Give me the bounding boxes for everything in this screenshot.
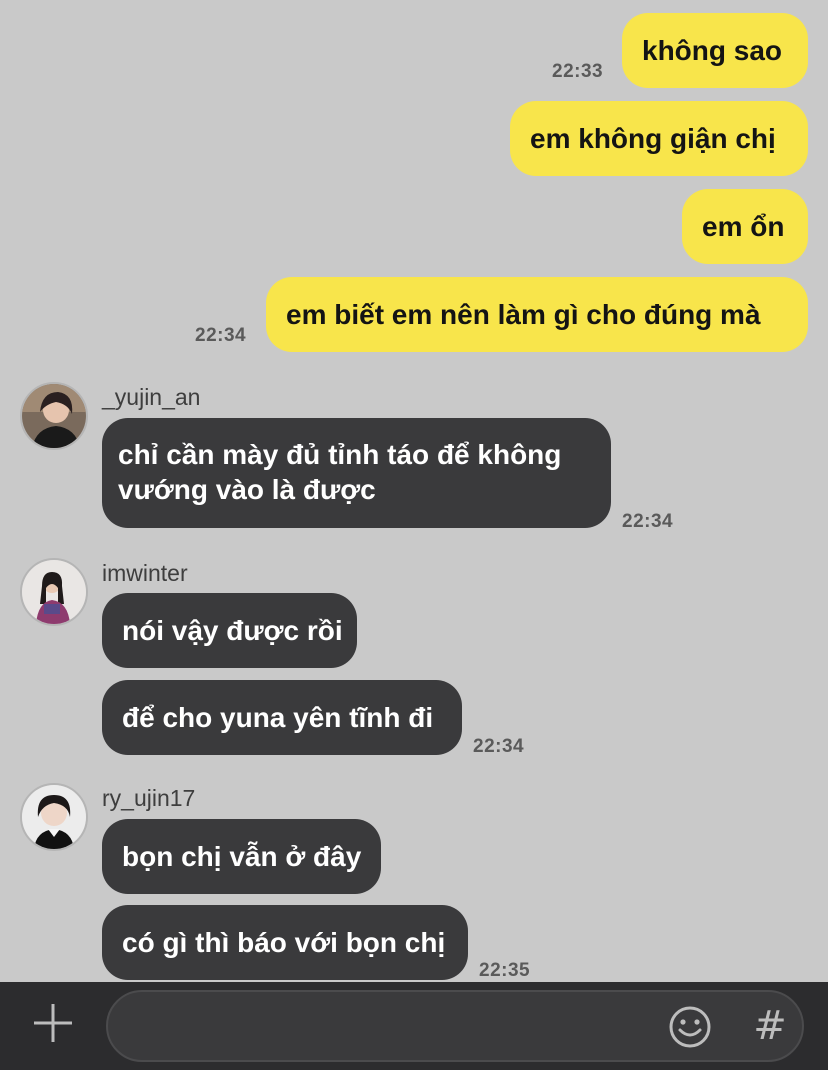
avatar-ry-ujin17[interactable] bbox=[20, 783, 88, 851]
message-timestamp: 22:34 bbox=[195, 325, 247, 346]
message-timestamp: 22:34 bbox=[622, 511, 674, 532]
incoming-message[interactable]: nói vậy được rồi bbox=[102, 593, 357, 668]
message-timestamp: 22:34 bbox=[473, 736, 525, 757]
hashtag-button[interactable]: # bbox=[748, 998, 792, 1054]
incoming-message[interactable]: để cho yuna yên tĩnh đi bbox=[102, 680, 462, 755]
outgoing-message[interactable]: em biết em nên làm gì cho đúng mà bbox=[266, 277, 808, 352]
sender-name: ry_ujin17 bbox=[102, 785, 196, 811]
chat-screen: không sao 22:33 em không giận chị em ổn … bbox=[0, 0, 828, 1070]
message-timestamp: 22:33 bbox=[552, 61, 604, 82]
plus-icon[interactable] bbox=[26, 996, 80, 1050]
composer-bar: # bbox=[0, 982, 828, 1070]
message-timestamp: 22:35 bbox=[479, 960, 531, 981]
outgoing-message[interactable]: không sao bbox=[622, 13, 808, 88]
incoming-message[interactable]: chỉ cần mày đủ tỉnh táo để không vướng v… bbox=[102, 418, 611, 528]
incoming-message[interactable]: có gì thì báo với bọn chị bbox=[102, 905, 468, 980]
outgoing-message[interactable]: em không giận chị bbox=[510, 101, 808, 176]
smiley-icon[interactable] bbox=[668, 1005, 712, 1049]
sender-name: _yujin_an bbox=[102, 384, 201, 410]
incoming-message[interactable]: bọn chị vẫn ở đây bbox=[102, 819, 381, 894]
message-input-box[interactable]: # bbox=[106, 990, 804, 1062]
outgoing-message[interactable]: em ổn bbox=[682, 189, 808, 264]
avatar-imwinter[interactable] bbox=[20, 558, 88, 626]
message-input[interactable] bbox=[130, 1004, 654, 1050]
avatar-yujin-an[interactable] bbox=[20, 382, 88, 450]
sender-name: imwinter bbox=[102, 560, 188, 586]
